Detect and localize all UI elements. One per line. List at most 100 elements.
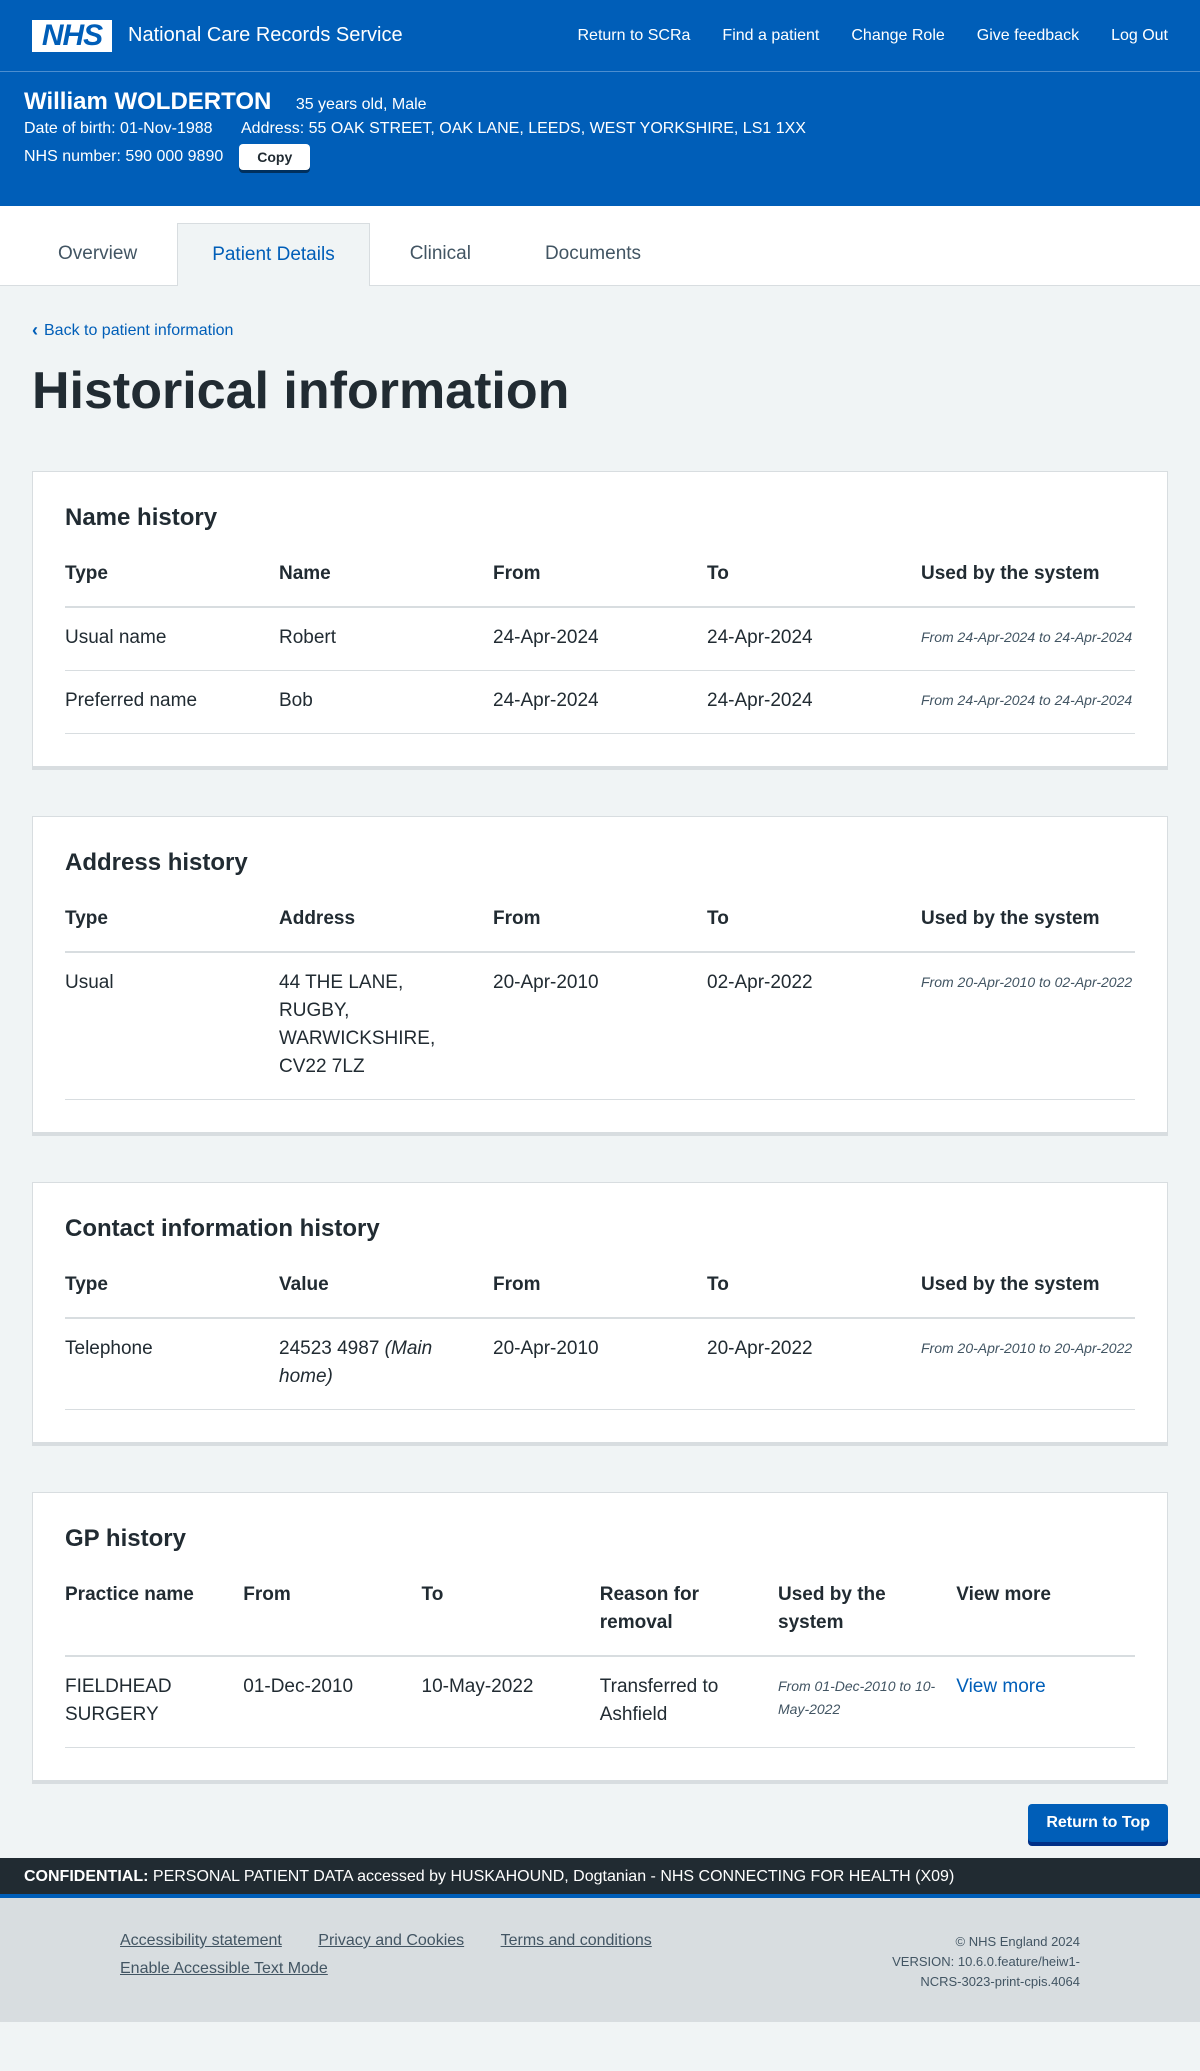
site-footer: Accessibility statement Privacy and Cook… (0, 1898, 1200, 2022)
gp-history-card: GP history Practice name From To Reason … (32, 1492, 1168, 1784)
footer-links: Accessibility statement Privacy and Cook… (120, 1932, 684, 2022)
column-header: To (707, 1271, 921, 1319)
table-cell: From 01-Dec-2010 to 10-May-2022 (778, 1656, 957, 1748)
main-content: ‹ Back to patient information Historical… (0, 320, 1200, 1842)
confidential-label: CONFIDENTIAL: (24, 1868, 149, 1885)
footer-link-terms[interactable]: Terms and conditions (501, 1932, 652, 1950)
column-header: Reason for removal (599, 1581, 778, 1657)
contact-history-card: Contact information history Type Value F… (32, 1182, 1168, 1446)
confidential-text: PERSONAL PATIENT DATA accessed by HUSKAH… (152, 1868, 955, 1885)
table-row: FIELDHEAD SURGERY 01-Dec-2010 10-May-202… (65, 1656, 1135, 1748)
column-header: To (421, 1581, 600, 1657)
table-cell: 10-May-2022 (421, 1656, 600, 1748)
confidential-bar: CONFIDENTIAL: PERSONAL PATIENT DATA acce… (0, 1858, 1200, 1898)
column-header: Used by the system (921, 905, 1135, 953)
column-header: Type (65, 560, 279, 608)
footer-link-privacy[interactable]: Privacy and Cookies (318, 1932, 464, 1950)
header-nav: Return to SCRa Find a patient Change Rol… (545, 27, 1168, 45)
table-cell: From 20-Apr-2010 to 20-Apr-2022 (921, 1318, 1135, 1410)
tab-overview[interactable]: Overview (24, 223, 171, 285)
contact-history-title: Contact information history (65, 1215, 380, 1242)
back-link-label: Back to patient information (44, 321, 234, 339)
address-history-table: Type Address From To Used by the system … (65, 905, 1135, 1100)
table-cell: 01-Dec-2010 (243, 1656, 422, 1748)
table-cell: Usual name (65, 607, 279, 671)
gp-history-title: GP history (65, 1525, 186, 1552)
nav-return-to-scra[interactable]: Return to SCRa (577, 27, 690, 45)
patient-nhs-number: NHS number: 590 000 9890 (24, 148, 224, 165)
column-header: Practice name (65, 1581, 244, 1657)
table-cell: 02-Apr-2022 (707, 952, 921, 1100)
column-header: Type (65, 1271, 279, 1319)
table-cell: 20-Apr-2010 (493, 1318, 707, 1410)
service-name[interactable]: National Care Records Service (128, 24, 403, 47)
version-line-2: NCRS-3023-print-cpis.4064 (920, 1974, 1080, 1989)
column-header: Type (65, 905, 279, 953)
table-cell: From 20-Apr-2010 to 02-Apr-2022 (921, 952, 1135, 1100)
column-header: From (493, 905, 707, 953)
table-cell: 24523 4987 (Main home) (279, 1318, 493, 1410)
contact-history-table: Type Value From To Used by the system Te… (65, 1271, 1135, 1410)
column-header: Used by the system (778, 1581, 957, 1657)
tab-documents[interactable]: Documents (511, 223, 675, 285)
copyright: © NHS England 2024 (955, 1934, 1081, 1949)
nhs-logo[interactable]: NHS (32, 19, 112, 52)
gp-history-table: Practice name From To Reason for removal… (65, 1581, 1135, 1748)
table-cell: Bob (279, 670, 493, 734)
table-cell: Preferred name (65, 670, 279, 734)
tabs: Overview Patient Details Clinical Docume… (0, 206, 1200, 286)
footer-meta: © NHS England 2024 VERSION: 10.6.0.featu… (892, 1932, 1080, 2022)
tab-patient-details[interactable]: Patient Details (177, 223, 370, 286)
table-row: Usual 44 THE LANE, RUGBY, WARWICKSHIRE, … (65, 952, 1135, 1100)
table-cell: From 24-Apr-2024 to 24-Apr-2024 (921, 607, 1135, 671)
table-cell: Transferred to Ashfield (599, 1656, 778, 1748)
version-line-1: VERSION: 10.6.0.feature/heiw1- (892, 1954, 1080, 1969)
site-header: NHS National Care Records Service Return… (0, 0, 1200, 72)
table-row: Telephone 24523 4987 (Main home) 20-Apr-… (65, 1318, 1135, 1410)
address-history-title: Address history (65, 849, 248, 876)
column-header: From (493, 1271, 707, 1319)
tab-clinical[interactable]: Clinical (376, 223, 505, 285)
return-to-top-wrap: Return to Top (32, 1804, 1168, 1842)
footer-link-accessible-text-mode[interactable]: Enable Accessible Text Mode (120, 1960, 328, 1978)
return-to-top-button[interactable]: Return to Top (1028, 1804, 1168, 1842)
table-cell: From 24-Apr-2024 to 24-Apr-2024 (921, 670, 1135, 734)
nav-change-role[interactable]: Change Role (851, 27, 944, 45)
table-cell: Usual (65, 952, 279, 1100)
nav-give-feedback[interactable]: Give feedback (977, 27, 1079, 45)
table-cell: 44 THE LANE, RUGBY, WARWICKSHIRE, CV22 7… (279, 952, 493, 1100)
table-cell: Robert (279, 607, 493, 671)
nav-log-out[interactable]: Log Out (1111, 27, 1168, 45)
chevron-left-icon: ‹ (32, 320, 38, 340)
column-header: Name (279, 560, 493, 608)
column-header: View more (956, 1581, 1135, 1657)
contact-value: 24523 4987 (279, 1338, 380, 1359)
table-cell: 24-Apr-2024 (707, 670, 921, 734)
column-header: Value (279, 1271, 493, 1319)
address-history-card: Address history Type Address From To Use… (32, 816, 1168, 1136)
copy-nhs-number-button[interactable]: Copy (239, 144, 311, 170)
table-cell: 20-Apr-2010 (493, 952, 707, 1100)
table-cell: 20-Apr-2022 (707, 1318, 921, 1410)
table-cell: Telephone (65, 1318, 279, 1410)
column-header: To (707, 560, 921, 608)
column-header: Used by the system (921, 1271, 1135, 1319)
page-title: Historical information (32, 362, 570, 420)
nav-find-patient[interactable]: Find a patient (722, 27, 819, 45)
patient-address: Address: 55 OAK STREET, OAK LANE, LEEDS,… (241, 120, 806, 137)
table-cell: 24-Apr-2024 (493, 670, 707, 734)
column-header: From (493, 560, 707, 608)
patient-age-sex: 35 years old, Male (295, 96, 427, 113)
table-cell: View more (956, 1656, 1135, 1748)
table-row: Usual name Robert 24-Apr-2024 24-Apr-202… (65, 607, 1135, 671)
table-cell: FIELDHEAD SURGERY (65, 1656, 244, 1748)
patient-name: William WOLDERTON (24, 88, 272, 115)
back-link[interactable]: ‹ Back to patient information (32, 320, 1168, 341)
table-cell: 24-Apr-2024 (493, 607, 707, 671)
footer-link-accessibility[interactable]: Accessibility statement (120, 1932, 282, 1950)
view-more-link[interactable]: View more (956, 1676, 1045, 1697)
table-cell: 24-Apr-2024 (707, 607, 921, 671)
column-header: Used by the system (921, 560, 1135, 608)
column-header: To (707, 905, 921, 953)
name-history-title: Name history (65, 504, 218, 531)
